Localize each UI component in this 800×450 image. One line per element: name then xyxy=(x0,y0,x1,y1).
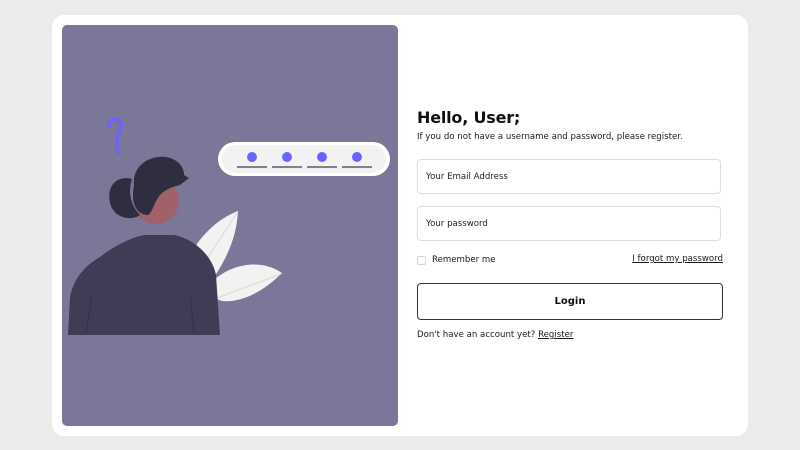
register-prompt: Don't have an account yet? xyxy=(417,330,536,340)
login-button[interactable]: Login xyxy=(417,283,723,320)
remember-me-row: Remember me xyxy=(417,254,496,266)
remember-me-checkbox[interactable] xyxy=(417,255,426,265)
question-mark-icon xyxy=(107,117,124,155)
email-field-box xyxy=(417,159,721,194)
email-field[interactable] xyxy=(418,160,720,193)
forgot-password-illustration xyxy=(68,117,390,335)
remember-me-label: Remember me xyxy=(432,255,496,265)
password-dots-icon xyxy=(218,142,390,176)
login-form: Hello, User; If you do not have a userna… xyxy=(417,0,723,450)
illustration-panel xyxy=(62,25,398,426)
page-subtitle: If you do not have a username and passwo… xyxy=(417,132,683,142)
password-field[interactable] xyxy=(418,207,720,240)
register-link[interactable]: Register xyxy=(538,330,573,340)
page-title: Hello, User; xyxy=(417,108,521,127)
register-row: Don't have an account yet? Register xyxy=(417,330,573,340)
forgot-password-link[interactable]: I forgot my password xyxy=(632,254,723,264)
password-field-box xyxy=(417,206,721,241)
person-figure-icon xyxy=(68,156,220,335)
